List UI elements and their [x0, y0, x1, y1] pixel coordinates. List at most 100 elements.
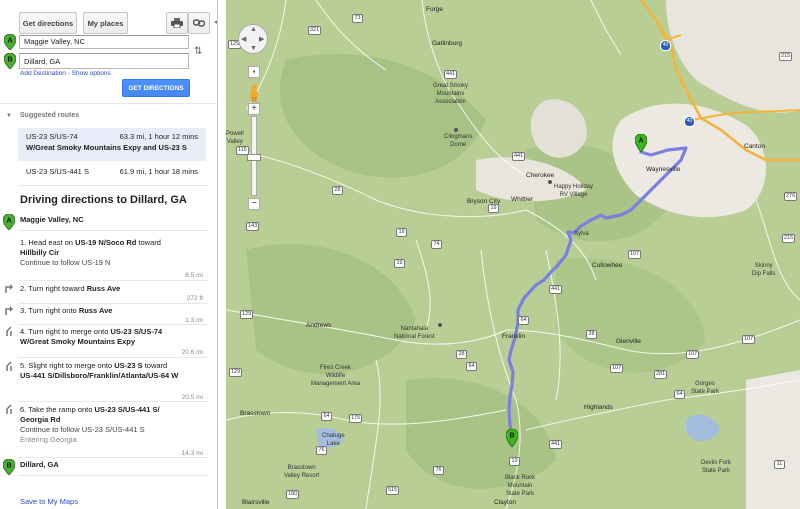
direction-step-1[interactable]: 1. Head east on US-19 N/Soco Rd toward H…	[20, 238, 182, 268]
link-button[interactable]	[188, 12, 210, 34]
divider	[18, 357, 208, 358]
step-distance: 6.5 mi	[185, 272, 203, 279]
collapse-arrow-icon[interactable]: ▼	[6, 113, 12, 119]
route-shield: 19	[488, 204, 499, 213]
direction-step-2[interactable]: 2. Turn right toward Russ Ave	[20, 284, 182, 294]
svg-text:B: B	[6, 463, 11, 470]
route-shield: 19	[509, 457, 520, 466]
route-shield: 515	[386, 486, 400, 495]
route-shield: 180	[286, 490, 300, 499]
place-label: Gorges State Park	[691, 381, 720, 395]
route-shield: 215	[779, 52, 793, 61]
step-distance: 14.3 mi	[181, 450, 203, 457]
route-shield: 107	[742, 335, 756, 344]
divider	[18, 401, 208, 402]
place-label: Cherokee	[526, 172, 555, 179]
route-option-1[interactable]: US-23 S/US-74 63.3 mi, 1 hour 12 mins W/G…	[18, 128, 206, 161]
end-waypoint-label: Dillard, GA	[20, 460, 59, 469]
pan-left-icon[interactable]: ◀	[241, 35, 246, 43]
step-distance: 272 ft	[186, 295, 203, 302]
route-shield: 28	[332, 186, 343, 195]
route-shield: 64	[518, 316, 529, 325]
place-label: Fires Creek Wildlife Management Area	[311, 365, 361, 387]
turn-right-icon	[5, 284, 13, 293]
pan-up-icon[interactable]: ▲	[250, 26, 257, 33]
route-shield: 28	[586, 330, 597, 339]
marker-a-icon: A	[4, 34, 16, 50]
step-distance: 1.3 mi	[185, 317, 203, 324]
street-view-pegman-icon[interactable]	[247, 84, 261, 102]
place-label: Happy Holiday RV Village	[554, 184, 594, 198]
get-directions-button[interactable]: GET DIRECTIONS	[122, 79, 190, 97]
zoom-in-button[interactable]: +	[248, 103, 260, 115]
poi-marker	[548, 180, 552, 184]
ramp-icon	[6, 404, 12, 414]
turn-right-icon	[5, 306, 13, 315]
step-distance: 20.6 mi	[181, 349, 203, 356]
interstate-shield: 40	[660, 40, 671, 51]
pan-down-icon[interactable]: ▼	[250, 45, 257, 52]
direction-step-4[interactable]: 4. Turn right to merge onto US-23 S/US-7…	[20, 327, 182, 347]
suggested-routes-heading[interactable]: Suggested routes	[20, 112, 79, 119]
get-directions-tab[interactable]: Get directions	[19, 12, 77, 34]
destination-links: Add Destination - Show options	[20, 70, 111, 77]
divider	[18, 230, 208, 231]
route-start-marker-icon[interactable]: A	[635, 134, 647, 152]
route-shield: 321	[308, 26, 322, 35]
direction-step-6[interactable]: 6. Take the ramp onto US-23 S/US-441 S/ …	[20, 405, 182, 445]
route-shield: 441	[549, 440, 563, 449]
start-waypoint-label: Maggie Valley, NC	[20, 215, 84, 224]
swap-locations-icon[interactable]: ⇅	[194, 46, 202, 57]
start-location-input[interactable]: Maggie Valley, NC	[19, 35, 189, 49]
place-label: Clingmans Dome	[444, 134, 473, 148]
divider	[18, 280, 208, 281]
direction-step-3[interactable]: 3. Turn right onto Russ Ave	[20, 306, 182, 316]
divider	[18, 475, 208, 476]
route-shield: 441	[549, 285, 563, 294]
route-shield: 175	[349, 414, 363, 423]
route-shield: 143	[246, 222, 260, 231]
place-label: Black Rock Mountain State Park	[505, 475, 536, 497]
route-name: US-23 S/US-441 S	[26, 167, 89, 176]
route-end-marker-icon[interactable]: B	[506, 429, 518, 447]
collapse-panel-icon[interactable]: ◀	[214, 18, 217, 26]
pan-control[interactable]: ▲ ▼ ◀ ▶	[238, 24, 268, 54]
app: Get directions My places ◀ A Maggie Vall…	[0, 0, 800, 509]
route-shield: 441	[512, 152, 526, 161]
interstate-shield: 40	[684, 116, 695, 127]
route-shield: 19	[396, 228, 407, 237]
place-label: Sylva	[574, 231, 589, 237]
directions-panel: Get directions My places ◀ A Maggie Vall…	[0, 0, 218, 509]
map-canvas[interactable]: A B Forge Gatlinburg Great Smoky Mountai…	[226, 0, 800, 509]
marker-b-label: B	[509, 433, 514, 440]
add-destination-link[interactable]: Add Destination	[20, 70, 66, 77]
print-button[interactable]	[166, 12, 188, 34]
route-shield: 215	[782, 234, 796, 243]
route-shield: 276	[784, 192, 798, 201]
place-label: Andrews	[306, 322, 332, 329]
place-label: Highlands	[584, 404, 613, 411]
show-options-link[interactable]: Show options	[72, 70, 111, 77]
route-shield: 73	[352, 14, 363, 23]
my-places-tab[interactable]: My places	[83, 12, 128, 34]
place-label: Blairsville	[242, 499, 270, 506]
divider	[18, 457, 208, 458]
step-distance: 20.5 mi	[181, 394, 203, 401]
save-to-my-maps-link[interactable]: Save to My Maps	[20, 497, 78, 506]
route-option-2[interactable]: US-23 S/US-441 S 61.9 mi, 1 hour 18 mins	[18, 163, 206, 183]
divider	[0, 103, 217, 104]
place-label: Brasstown	[240, 410, 271, 417]
place-label: Clayton	[494, 499, 517, 506]
zoom-slider-handle[interactable]	[247, 154, 261, 161]
destination-input[interactable]: Dillard, GA	[19, 53, 189, 69]
place-label: Whittier	[511, 196, 534, 203]
zoom-out-button[interactable]: −	[248, 198, 260, 210]
svg-text:A: A	[7, 38, 12, 45]
slight-right-icon	[6, 361, 12, 371]
place-label: Canton	[744, 143, 765, 150]
pan-right-icon[interactable]: ▶	[259, 35, 264, 43]
start-marker-icon: A	[3, 214, 15, 230]
direction-step-5[interactable]: 5. Slight right to merge onto US-23 S to…	[20, 361, 182, 381]
route-shield: 19	[394, 259, 405, 268]
map-center-button[interactable]: ▪	[248, 66, 260, 78]
